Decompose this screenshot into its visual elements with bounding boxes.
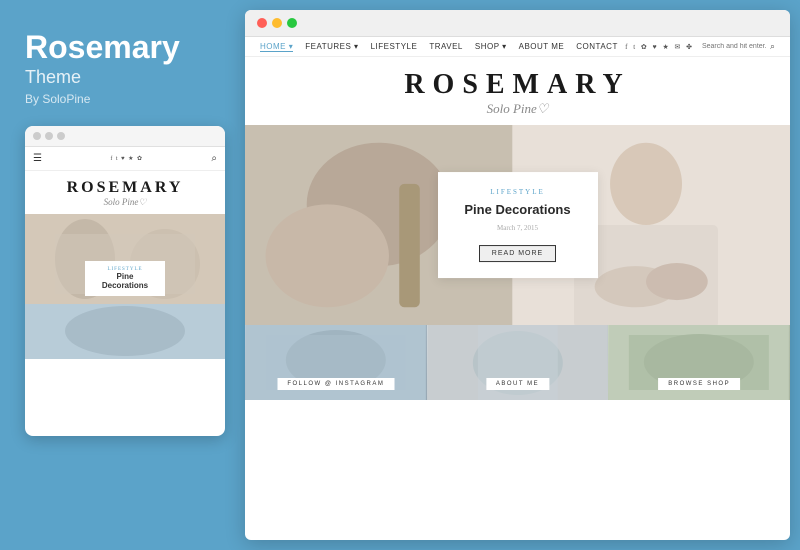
- mobile-logo-sub: Solo Pine♡: [35, 197, 215, 208]
- mobile-hero-image: LIFESTYLE Pine Decorations: [25, 214, 225, 304]
- hamburger-icon[interactable]: ☰: [33, 153, 42, 164]
- grid-cell-about: ABOUT ME: [427, 325, 609, 400]
- read-more-button[interactable]: READ MORE: [479, 245, 556, 262]
- mobile-preview: ☰ f t ♥ ★ ✿ ⌕ ROSEMARY Solo Pine♡ LIFEST…: [25, 126, 225, 436]
- desktop-hero-image: LIFESTYLE Pine Decorations March 7, 2015…: [245, 125, 790, 325]
- mobile-logo-area: ROSEMARY Solo Pine♡: [25, 171, 225, 214]
- hero-date: March 7, 2015: [458, 224, 578, 232]
- nav-travel[interactable]: TRAVEL: [429, 42, 463, 51]
- mobile-logo-text: ROSEMARY: [35, 179, 215, 197]
- desktop-content: HOME ▾ FEATURES ▾ LIFESTYLE TRAVEL SHOP …: [245, 37, 790, 540]
- hero-title: Pine Decorations: [458, 202, 578, 219]
- nav-contact[interactable]: CONTACT: [576, 42, 618, 51]
- theme-title: Rosemary: [25, 30, 220, 65]
- nav-features[interactable]: FEATURES ▾: [305, 42, 358, 51]
- theme-subtitle: Theme: [25, 67, 220, 88]
- nav-links: HOME ▾ FEATURES ▾ LIFESTYLE TRAVEL SHOP …: [260, 42, 618, 52]
- mobile-bottom-photo: [25, 304, 225, 359]
- mobile-social-icons: f t ♥ ★ ✿: [110, 155, 143, 162]
- left-panel: Rosemary Theme By SoloPine ☰ f t ♥ ★ ✿ ⌕…: [0, 0, 245, 550]
- nav-about[interactable]: ABOUT ME: [519, 42, 565, 51]
- mobile-browser-bar: [25, 126, 225, 147]
- grid-instagram-label[interactable]: FOLLOW @ INSTAGRAM: [277, 378, 394, 390]
- desktop-logo-area: ROSEMARY Solo Pine♡: [245, 57, 790, 125]
- grid-cell-shop: BROWSE SHOP: [608, 325, 790, 400]
- mobile-dot-2: [45, 132, 53, 140]
- mobile-nav: ☰ f t ♥ ★ ✿ ⌕: [25, 147, 225, 171]
- hero-overlay-card: LIFESTYLE Pine Decorations March 7, 2015…: [438, 172, 598, 278]
- nav-home[interactable]: HOME ▾: [260, 42, 293, 52]
- desktop-nav: HOME ▾ FEATURES ▾ LIFESTYLE TRAVEL SHOP …: [245, 37, 790, 57]
- nav-right: f t ✿ ♥ ★ ✉ ✤ ⌕: [625, 41, 775, 52]
- search-icon[interactable]: ⌕: [770, 41, 775, 52]
- nav-lifestyle[interactable]: LIFESTYLE: [371, 42, 418, 51]
- browser-dot-close[interactable]: [257, 18, 267, 28]
- desktop-preview: HOME ▾ FEATURES ▾ LIFESTYLE TRAVEL SHOP …: [245, 10, 790, 540]
- grid-shop-label[interactable]: BROWSE SHOP: [658, 378, 740, 390]
- grid-about-label[interactable]: ABOUT ME: [486, 378, 549, 390]
- browser-dot-minimize[interactable]: [272, 18, 282, 28]
- mobile-dot-3: [57, 132, 65, 140]
- mobile-search-icon[interactable]: ⌕: [211, 153, 217, 164]
- nav-shop[interactable]: SHOP ▾: [475, 42, 507, 51]
- desktop-logo-sub: Solo Pine♡: [245, 101, 790, 117]
- mobile-hero-card: LIFESTYLE Pine Decorations: [85, 261, 165, 296]
- mobile-bottom-svg: [25, 304, 225, 359]
- grid-cell-instagram: FOLLOW @ INSTAGRAM: [245, 325, 427, 400]
- search-input[interactable]: [702, 43, 767, 50]
- desktop-bottom-grid: FOLLOW @ INSTAGRAM ABOUT ME BROWSE SHOP: [245, 325, 790, 400]
- mobile-dot-1: [33, 132, 41, 140]
- nav-search[interactable]: ⌕: [702, 41, 775, 52]
- browser-dot-maximize[interactable]: [287, 18, 297, 28]
- desktop-logo-text: ROSEMARY: [245, 69, 790, 101]
- nav-social-icons: f t ✿ ♥ ★ ✉ ✤: [625, 43, 694, 51]
- mobile-hero-title: Pine Decorations: [95, 272, 155, 290]
- theme-info: Rosemary Theme By SoloPine: [25, 30, 220, 106]
- theme-author: By SoloPine: [25, 92, 220, 106]
- browser-bar: [245, 10, 790, 37]
- hero-category: LIFESTYLE: [458, 188, 578, 196]
